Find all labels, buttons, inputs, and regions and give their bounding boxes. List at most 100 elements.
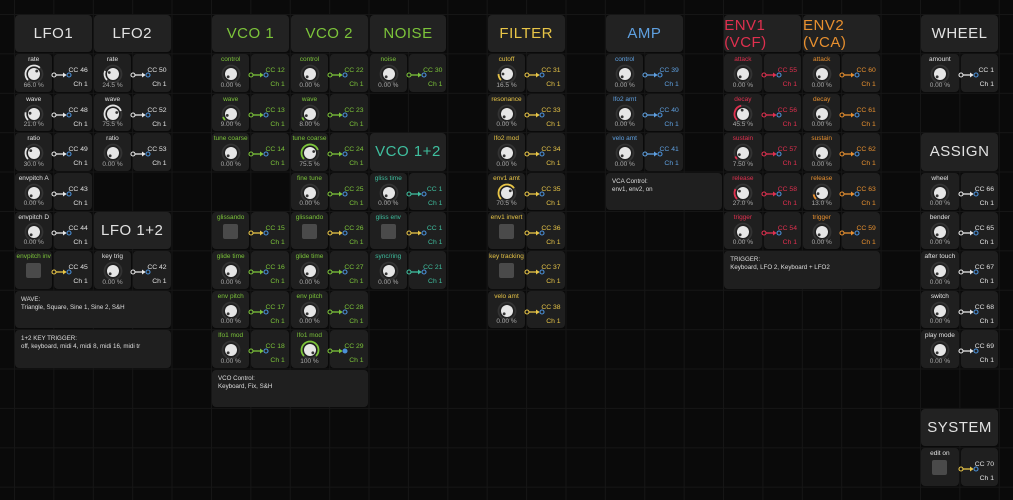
midi-mapping-sustain[interactable]: CC 57 Ch 1 (761, 133, 801, 171)
midi-mapping-envpitch-a[interactable]: CC 43 Ch 1 (51, 172, 92, 210)
midi-mapping-envpitch-d[interactable]: CC 44 Ch 1 (51, 212, 92, 250)
knob-control-decay[interactable]: decay 45.5 % (724, 93, 762, 132)
midi-mapping-attack[interactable]: CC 60 Ch 1 (839, 54, 880, 92)
knob-control-velo-amt[interactable]: velo amt 0.00 % (606, 133, 644, 171)
knob-control-sustain[interactable]: sustain 7.50 % (724, 133, 762, 171)
midi-mapping-gliss-time[interactable]: CC 1 Ch 1 (406, 172, 447, 210)
knob-control-wheel[interactable]: wheel 0.00 % (921, 172, 959, 210)
knob-control-env1-amt[interactable]: env1 amt 70.5 % (487, 172, 526, 210)
midi-mapping-cutoff[interactable]: CC 31 Ch 1 (524, 54, 565, 92)
midi-mapping-decay[interactable]: CC 61 Ch 1 (839, 93, 880, 132)
knob-control-after-touch[interactable]: after touch 0.00 % (921, 251, 959, 289)
midi-mapping-key-tracking[interactable]: CC 37 Ch 1 (524, 251, 565, 289)
toggle-control-env1-invert[interactable]: env1 invert (487, 212, 526, 250)
knob-control-release[interactable]: release 27.0 % (724, 172, 762, 210)
midi-mapping-wave[interactable]: CC 48 Ch 1 (51, 93, 92, 132)
midi-mapping-release[interactable]: CC 58 Ch 1 (761, 172, 801, 210)
knob-control-trigger[interactable]: trigger 0.00 % (724, 212, 762, 250)
midi-mapping-tune-coarse[interactable]: CC 14 Ch 1 (248, 133, 289, 171)
midi-mapping-ratio[interactable]: CC 53 Ch 1 (130, 133, 171, 171)
knob-control-wave[interactable]: wave 75.5 % (93, 93, 132, 132)
midi-mapping-release[interactable]: CC 63 Ch 1 (839, 172, 880, 210)
knob-control-amount[interactable]: amount 0.00 % (921, 54, 959, 92)
knob-control-wave[interactable]: wave 21.0 % (15, 93, 53, 132)
midi-mapping-key-trig[interactable]: CC 42 Ch 1 (130, 251, 171, 289)
midi-mapping-rate[interactable]: CC 50 Ch 1 (130, 54, 171, 92)
knob-control-sustain[interactable]: sustain 0.00 % (803, 133, 841, 171)
midi-mapping-control[interactable]: CC 12 Ch 1 (248, 54, 289, 92)
knob-control-control[interactable]: control 0.00 % (606, 54, 644, 92)
midi-mapping-wheel[interactable]: CC 66 Ch 1 (958, 172, 998, 210)
midi-mapping-rate[interactable]: CC 46 Ch 1 (51, 54, 92, 92)
knob-control-env-pitch[interactable]: env pitch 0.00 % (212, 290, 250, 329)
knob-control-gliss-time[interactable]: gliss time 0.00 % (369, 172, 407, 210)
midi-mapping-env1-amt[interactable]: CC 35 Ch 1 (524, 172, 565, 210)
midi-mapping-resonance[interactable]: CC 33 Ch 1 (524, 93, 565, 132)
knob-control-key-trig[interactable]: key trig 0.00 % (93, 251, 132, 289)
toggle-button[interactable] (380, 224, 396, 239)
toggle-control-glissando[interactable]: glissando (212, 212, 250, 250)
midi-mapping-trigger[interactable]: CC 59 Ch 1 (839, 212, 880, 250)
knob-control-switch[interactable]: switch 0.00 % (921, 290, 959, 329)
midi-mapping-envpitch-inv[interactable]: CC 45 Ch 1 (51, 251, 92, 289)
midi-mapping-decay[interactable]: CC 56 Ch 1 (761, 93, 801, 132)
toggle-control-key-tracking[interactable]: key tracking (487, 251, 526, 289)
toggle-control-envpitch-inv[interactable]: envpitch inv (15, 251, 53, 289)
knob-control-cutoff[interactable]: cutoff 16.5 % (487, 54, 526, 92)
midi-mapping-lfo1-mod[interactable]: CC 29 Ch 1 (327, 330, 368, 368)
knob-control-sync-ring[interactable]: sync/ring 0.00 % (369, 251, 407, 289)
midi-mapping-velo-amt[interactable]: CC 38 Ch 1 (524, 290, 565, 329)
knob-control-lfo2-mod[interactable]: lfo2 mod 0.00 % (487, 133, 526, 171)
midi-mapping-noise[interactable]: CC 30 Ch 1 (406, 54, 447, 92)
knob-control-lfo1-mod[interactable]: lfo1 mod 0.00 % (212, 330, 250, 368)
toggle-control-glissando[interactable]: glissando (290, 212, 329, 250)
knob-control-wave[interactable]: wave 8.00 % (290, 93, 329, 132)
midi-mapping-lfo2-amt[interactable]: CC 40 Ch 1 (642, 93, 683, 132)
midi-mapping-fine-tune[interactable]: CC 25 Ch 1 (327, 172, 368, 210)
knob-control-env-pitch[interactable]: env pitch 0.00 % (290, 290, 329, 329)
knob-control-decay[interactable]: decay 0.00 % (803, 93, 841, 132)
midi-mapping-bender[interactable]: CC 65 Ch 1 (958, 212, 998, 250)
toggle-button[interactable] (498, 224, 514, 239)
midi-mapping-env1-invert[interactable]: CC 36 Ch 1 (524, 212, 565, 250)
knob-control-velo-amt[interactable]: velo amt 0.00 % (487, 290, 526, 329)
knob-control-noise[interactable]: noise 0.00 % (369, 54, 407, 92)
midi-mapping-lfo1-mod[interactable]: CC 18 Ch 1 (248, 330, 289, 368)
midi-mapping-attack[interactable]: CC 55 Ch 1 (761, 54, 801, 92)
knob-control-resonance[interactable]: resonance 0.00 % (487, 93, 526, 132)
knob-control-release[interactable]: release 13.0 % (803, 172, 841, 210)
toggle-button[interactable] (26, 263, 41, 279)
toggle-button[interactable] (498, 263, 514, 279)
midi-mapping-after-touch[interactable]: CC 67 Ch 1 (958, 251, 998, 289)
midi-mapping-control[interactable]: CC 39 Ch 1 (642, 54, 683, 92)
midi-mapping-wave[interactable]: CC 13 Ch 1 (248, 93, 289, 132)
knob-control-glide-time[interactable]: glide time 0.00 % (290, 251, 329, 289)
midi-mapping-play-mode[interactable]: CC 69 Ch 1 (958, 330, 998, 368)
toggle-control-edit-on[interactable]: edit on (921, 448, 959, 486)
toggle-button[interactable] (932, 460, 948, 476)
knob-control-tune-coarse[interactable]: tune coarse 0.00 % (212, 133, 250, 171)
midi-mapping-env-pitch[interactable]: CC 17 Ch 1 (248, 290, 289, 329)
midi-mapping-glissando[interactable]: CC 26 Ch 1 (327, 212, 368, 250)
midi-mapping-sync-ring[interactable]: CC 21 Ch 1 (406, 251, 447, 289)
midi-mapping-lfo2-mod[interactable]: CC 34 Ch 1 (524, 133, 565, 171)
knob-control-play-mode[interactable]: play mode 0.00 % (921, 330, 959, 368)
midi-mapping-glide-time[interactable]: CC 16 Ch 1 (248, 251, 289, 289)
knob-control-control[interactable]: control 0.00 % (212, 54, 250, 92)
knob-control-envpitch-a[interactable]: envpitch A 0.00 % (15, 172, 53, 210)
knob-control-ratio[interactable]: ratio 0.00 % (93, 133, 132, 171)
midi-mapping-edit-on[interactable]: CC 70 Ch 1 (958, 448, 998, 486)
knob-control-bender[interactable]: bender 0.00 % (921, 212, 959, 250)
midi-mapping-control[interactable]: CC 22 Ch 1 (327, 54, 368, 92)
midi-mapping-gliss-env[interactable]: CC 1 Ch 1 (406, 212, 447, 250)
knob-control-fine-tune[interactable]: fine tune 0.00 % (290, 172, 329, 210)
knob-control-glide-time[interactable]: glide time 0.00 % (212, 251, 250, 289)
knob-control-envpitch-d[interactable]: envpitch D 0.00 % (15, 212, 53, 250)
knob-control-wave[interactable]: wave 9.00 % (212, 93, 250, 132)
midi-mapping-glide-time[interactable]: CC 27 Ch 1 (327, 251, 368, 289)
toggle-control-gliss-env[interactable]: gliss env (369, 212, 407, 250)
knob-control-rate[interactable]: rate 24.5 % (93, 54, 132, 92)
midi-mapping-tune-coarse[interactable]: CC 24 Ch 1 (327, 133, 368, 171)
midi-mapping-amount[interactable]: CC 1 Ch 1 (958, 54, 998, 92)
midi-mapping-glissando[interactable]: CC 15 Ch 1 (248, 212, 289, 250)
